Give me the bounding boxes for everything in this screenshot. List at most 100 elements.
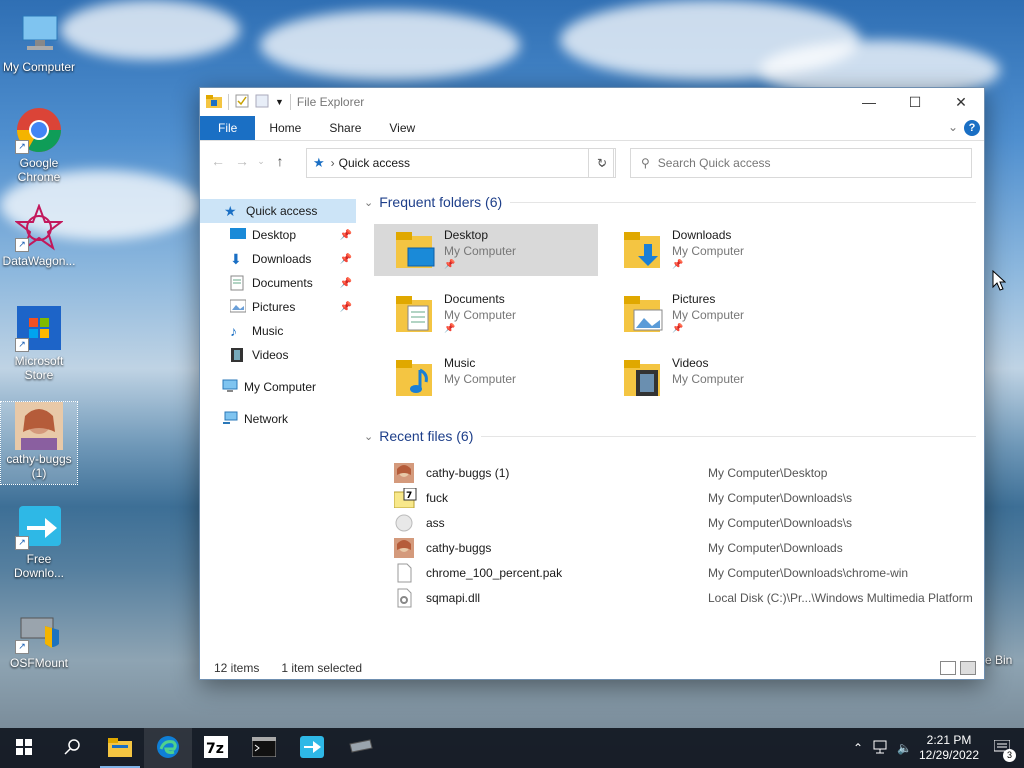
folder-location: My Computer (444, 372, 517, 386)
documents-folder-icon (394, 292, 438, 338)
file-location: My Computer\Downloads\chrome-win (708, 565, 909, 580)
network-status-icon[interactable] (873, 740, 889, 757)
desktop-icon-cathy-buggs[interactable]: cathy-buggs (1) (0, 401, 78, 485)
recent-file-row[interactable]: cathy-buggs My Computer\Downloads (394, 535, 974, 560)
desktop-icon-free-download[interactable]: ↗ Free Downlo... (1, 502, 77, 580)
nav-item-documents[interactable]: Documents 📌 (200, 271, 356, 295)
nav-item-my-computer[interactable]: My Computer (200, 375, 356, 399)
close-button[interactable]: ✕ (938, 88, 984, 116)
desktop-icon-datawagon[interactable]: ↗ DataWagon... (1, 203, 77, 268)
nav-item-pictures[interactable]: Pictures 📌 (200, 295, 356, 319)
address-bar[interactable]: ★ › Quick access ⌄ (306, 148, 614, 178)
nav-item-music[interactable]: ♪ Music (200, 319, 356, 343)
desktop-icon-my-computer[interactable]: My Computer (1, 10, 77, 74)
taskbar-edge[interactable] (144, 728, 192, 768)
notification-center-button[interactable]: 3 (980, 728, 1024, 768)
maximize-icon: ☐ (908, 93, 922, 110)
videos-folder-icon (622, 356, 666, 402)
recent-locations-chevron-icon[interactable]: ⌄ (254, 156, 268, 167)
back-button[interactable]: ← (206, 153, 230, 169)
nav-item-network[interactable]: Network (200, 407, 356, 431)
folder-name: Desktop (444, 228, 489, 242)
large-icons-view-icon[interactable] (960, 661, 976, 675)
new-folder-icon[interactable] (255, 94, 269, 111)
frequent-folders-header[interactable]: ⌄ Frequent folders (6) (364, 190, 976, 214)
desktop-icon-osfmount[interactable]: ↗ OSFMount (1, 606, 77, 670)
shortcut-arrow-icon: ↗ (15, 338, 29, 352)
nav-item-videos[interactable]: Videos (200, 343, 356, 367)
datawagon-icon: ↗ (14, 203, 64, 252)
desktop-icon-label: My Computer (2, 60, 76, 74)
desktop-icon-chrome[interactable]: ↗ Google Chrome (1, 106, 77, 184)
folder-tile-documents[interactable]: Documents My Computer 📌 (374, 288, 598, 340)
tab-share[interactable]: Share (315, 116, 375, 140)
up-button[interactable]: ↑ (268, 153, 292, 169)
folder-tile-music[interactable]: Music My Computer (374, 352, 598, 404)
music-folder-icon (394, 356, 438, 402)
desktop-icon-label: Google Chrome (17, 156, 61, 184)
shortcut-arrow-icon: ↗ (15, 140, 29, 154)
network-icon (222, 411, 238, 427)
customize-toolbar-chevron-icon[interactable]: ▼ (275, 97, 284, 107)
details-view-icon[interactable] (940, 661, 956, 675)
taskbar-file-explorer[interactable] (96, 728, 144, 768)
folder-tile-pictures[interactable]: Pictures My Computer 📌 (602, 288, 826, 340)
show-hidden-icons-chevron-icon[interactable]: ⌃ (853, 741, 863, 755)
file-name: sqmapi.dll (426, 590, 481, 605)
nav-label: Network (244, 412, 289, 426)
search-icon: ⚲ (641, 156, 650, 170)
svg-text:7z: 7z (206, 741, 224, 757)
folder-name: Documents (444, 292, 505, 306)
taskbar-free-download-manager[interactable] (288, 728, 336, 768)
toolbar-divider (228, 94, 229, 110)
taskbar-command-prompt[interactable] (240, 728, 288, 768)
folder-tile-downloads[interactable]: Downloads My Computer 📌 (602, 224, 826, 276)
nav-item-downloads[interactable]: ⬇ Downloads 📌 (200, 247, 356, 271)
picture-icon (229, 299, 247, 315)
properties-icon[interactable] (235, 94, 249, 111)
nav-item-quick-access[interactable]: ★ Quick access (200, 199, 356, 223)
system-clock[interactable]: 2:21 PM 12/29/2022 (918, 733, 980, 763)
forward-button[interactable]: → (230, 153, 254, 169)
search-button[interactable] (48, 728, 96, 768)
file-name: fuck (426, 490, 449, 505)
terminal-icon (251, 736, 277, 760)
recycle-bin-label[interactable]: e Bin (985, 653, 1012, 667)
search-box[interactable]: ⚲ Search Quick access (630, 148, 972, 178)
folder-location: My Computer (444, 244, 517, 258)
help-icon[interactable]: ? (964, 120, 980, 136)
recent-file-row[interactable]: chrome_100_percent.pak My Computer\Downl… (394, 560, 974, 585)
drive-icon (347, 738, 373, 759)
tab-file[interactable]: File (200, 116, 256, 140)
desktop-icon-label: Microsoft Store (14, 354, 64, 382)
notification-count-badge: 3 (1003, 749, 1016, 762)
file-name: ass (426, 515, 445, 530)
group-divider (481, 435, 976, 437)
taskbar-osfmount[interactable] (336, 728, 384, 768)
nav-item-desktop[interactable]: Desktop 📌 (200, 223, 356, 247)
folder-tile-videos[interactable]: Videos My Computer (602, 352, 826, 404)
tab-view[interactable]: View (375, 116, 429, 140)
minimize-button[interactable]: — (846, 88, 892, 116)
desktop-icon-microsoft-store[interactable]: ↗ Microsoft Store (1, 304, 77, 382)
pin-icon: 📌 (672, 323, 684, 333)
search-placeholder: Search Quick access (657, 156, 771, 170)
computer-icon (222, 379, 238, 395)
tab-home[interactable]: Home (255, 116, 315, 140)
volume-icon[interactable]: 🔈 (897, 741, 912, 755)
quick-access-star-icon: ★ (224, 203, 237, 219)
recent-file-row[interactable]: sqmapi.dll Local Disk (C:)\Pr...\Windows… (394, 585, 974, 610)
expand-ribbon-chevron-icon[interactable]: ⌄ (948, 120, 958, 134)
recent-files-header[interactable]: ⌄ Recent files (6) (364, 424, 976, 448)
title-bar[interactable]: ▼ File Explorer — ☐ ✕ (200, 88, 984, 116)
recent-file-row[interactable]: 7 fuck My Computer\Downloads\s (393, 485, 974, 510)
taskbar-7zip[interactable]: 7z (192, 728, 240, 768)
folder-tile-desktop[interactable]: Desktop My Computer 📌 (374, 224, 598, 276)
maximize-button[interactable]: ☐ (892, 88, 938, 116)
clock-date: 12/29/2022 (918, 748, 980, 762)
refresh-button[interactable]: ↻ (588, 148, 616, 178)
start-button[interactable] (0, 728, 48, 768)
recent-file-row[interactable]: ass My Computer\Downloads\s (394, 510, 974, 535)
recent-file-row[interactable]: cathy-buggs (1) My Computer\Desktop (394, 460, 974, 485)
nav-label: Documents (252, 276, 313, 290)
